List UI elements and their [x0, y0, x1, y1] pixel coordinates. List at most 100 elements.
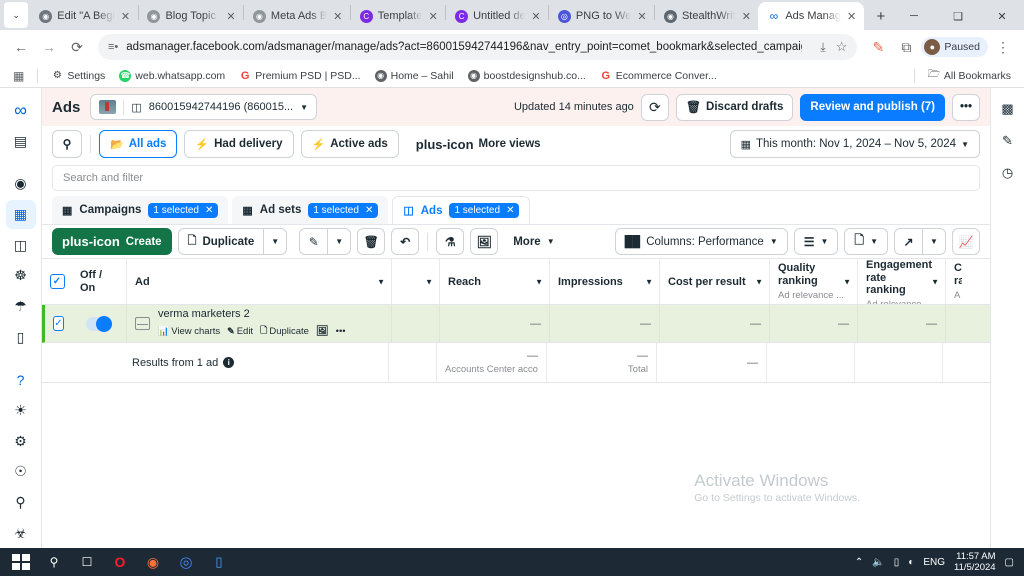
- search-button[interactable]: ⚲: [52, 130, 82, 158]
- site-settings-icon[interactable]: ≡•: [108, 41, 118, 53]
- browser-tab-5[interactable]: ◎ PNG to Web ✕: [549, 2, 654, 30]
- preview-button[interactable]: 🖼: [470, 228, 499, 255]
- columns-button[interactable]: ██ Columns: Performance ▼: [614, 228, 788, 255]
- extensions-icon[interactable]: ✎: [865, 34, 891, 60]
- table-row[interactable]: ✓ verma marketers 2 📊 View charts ✎ Edit…: [42, 305, 990, 343]
- preview-action[interactable]: 🖼: [316, 326, 329, 337]
- browser-tab-6[interactable]: ◉ StealthWrite ✕: [655, 2, 758, 30]
- column-engagement-rate-ranking[interactable]: Engagement rate ranking Ad relevance ...…: [858, 259, 946, 304]
- chevron-down-icon[interactable]: ▼: [535, 277, 543, 286]
- more-views-button[interactable]: plus-icon More views: [405, 130, 551, 158]
- column-quality-ranking[interactable]: Quality ranking Ad relevance ... ▼: [770, 259, 858, 304]
- new-tab-button[interactable]: +: [870, 4, 892, 28]
- column-blank[interactable]: ▼: [392, 259, 440, 304]
- account-selector[interactable]: ◫ 860015942744196 (860015... ▼: [90, 94, 318, 120]
- refresh-icon[interactable]: ⟳: [640, 93, 669, 121]
- side-panel-icon[interactable]: ⧉: [893, 34, 919, 60]
- tab-ad-sets[interactable]: ▦ Ad sets 1 selected ✕: [232, 196, 389, 224]
- chrome-menu-icon[interactable]: ⋮: [990, 34, 1016, 60]
- bookmark-item-boostdesignshub[interactable]: ◉ boostdesignshub.co...: [463, 68, 591, 84]
- bookmark-item-settings[interactable]: ⚙ Settings: [46, 68, 110, 84]
- undo-button[interactable]: ↶: [391, 228, 420, 255]
- ads-manager-icon[interactable]: ▦: [5, 199, 36, 229]
- chevron-down-icon[interactable]: ▼: [425, 277, 433, 286]
- duplicate-dropdown[interactable]: ▼: [263, 228, 288, 255]
- tab-search-button[interactable]: ⌄: [4, 2, 29, 28]
- start-button[interactable]: [6, 549, 36, 575]
- delete-button[interactable]: 🗑: [357, 228, 386, 255]
- bug-icon[interactable]: ☣: [6, 519, 36, 548]
- minimize-button[interactable]: ─: [892, 2, 936, 30]
- ads-selected-badge[interactable]: 1 selected ✕: [449, 203, 520, 218]
- off-on-toggle[interactable]: [86, 315, 112, 332]
- install-app-icon[interactable]: ⤓: [820, 40, 825, 55]
- tab-ads[interactable]: ◫ Ads 1 selected ✕: [392, 196, 531, 224]
- charts-button[interactable]: 📈: [952, 228, 980, 255]
- tab-close-icon[interactable]: ✕: [530, 10, 542, 23]
- chevron-down-icon[interactable]: ▼: [931, 277, 939, 286]
- edit-button[interactable]: ✎: [299, 228, 328, 255]
- taskbar-clock[interactable]: 11:57 AM 11/5/2024: [954, 551, 996, 574]
- account-icon[interactable]: ☀: [6, 396, 36, 425]
- chevron-down-icon[interactable]: ▼: [645, 277, 653, 286]
- history-clock-icon[interactable]: ◷: [995, 160, 1021, 186]
- view-active-ads[interactable]: ⚡ Active ads: [300, 130, 399, 158]
- tab-close-icon[interactable]: ✕: [740, 10, 752, 23]
- select-all-checkbox[interactable]: ✓: [49, 274, 65, 289]
- reports-button[interactable]: 🗋 ▼: [844, 228, 888, 255]
- back-icon[interactable]: ←: [8, 34, 34, 60]
- close-window-button[interactable]: ✕: [980, 2, 1024, 30]
- compass-icon[interactable]: ◉: [6, 169, 36, 198]
- tab-close-icon[interactable]: ✕: [636, 10, 648, 23]
- bookmark-star-icon[interactable]: ☆: [836, 39, 848, 55]
- adsets-selected-badge[interactable]: 1 selected ✕: [308, 202, 379, 218]
- edit-pencil-icon[interactable]: ✎: [995, 128, 1021, 154]
- notification-center-icon[interactable]: ▢: [1005, 557, 1014, 568]
- chevron-down-icon[interactable]: ▼: [755, 277, 763, 286]
- tab-close-icon[interactable]: ✕: [120, 10, 132, 23]
- pages-icon[interactable]: ◫: [6, 231, 36, 260]
- column-cost-per-result[interactable]: Cost per result ▼: [660, 259, 770, 304]
- view-charts-action[interactable]: 📊 View charts: [158, 326, 220, 337]
- chevron-down-icon[interactable]: ▼: [843, 277, 851, 286]
- show-hidden-icons[interactable]: ⌃: [855, 557, 863, 568]
- audience-icon[interactable]: ☸: [6, 261, 36, 290]
- search-icon[interactable]: ⚲: [6, 488, 36, 517]
- opera-icon[interactable]: O: [105, 549, 135, 575]
- tab-close-icon[interactable]: ✕: [846, 10, 858, 23]
- chevron-down-icon[interactable]: ▼: [300, 103, 308, 112]
- tab-close-icon[interactable]: ✕: [225, 10, 237, 23]
- browser-tab-3[interactable]: C Templates ✕: [351, 2, 445, 30]
- breakdown-button[interactable]: ☰ ▼: [793, 228, 839, 255]
- browser-tab-0[interactable]: ◉ Edit "A Begin ✕: [30, 2, 137, 30]
- column-ad[interactable]: Ad ▼: [127, 259, 392, 304]
- info-icon[interactable]: i: [223, 357, 235, 368]
- address-bar[interactable]: ≡• adsmanager.facebook.com/adsmanager/ma…: [98, 34, 858, 60]
- review-and-publish-button[interactable]: Review and publish (7): [800, 93, 945, 121]
- column-conversion-ranking-partial[interactable]: C ranking A: [946, 259, 970, 304]
- row-checkbox[interactable]: ✓: [53, 316, 64, 331]
- create-button[interactable]: plus-icon Create: [52, 228, 172, 255]
- browser-tab-1[interactable]: ◉ Blog Topic S ✕: [138, 2, 243, 30]
- header-more-button[interactable]: •••: [952, 93, 980, 121]
- chrome-icon[interactable]: ◎: [171, 549, 201, 575]
- meta-logo-icon[interactable]: ∞: [6, 96, 36, 125]
- task-view-icon[interactable]: ☐: [72, 549, 102, 575]
- date-range-picker[interactable]: ▦ This month: Nov 1, 2024 – Nov 5, 2024 …: [729, 130, 980, 158]
- insights-icon[interactable]: ▩: [995, 96, 1021, 122]
- bookmark-item-whatsapp[interactable]: ☎ web.whatsapp.com: [114, 68, 230, 84]
- row-more-action[interactable]: •••: [336, 326, 346, 337]
- tab-campaigns[interactable]: ▦ Campaigns 1 selected ✕: [52, 196, 229, 224]
- ab-test-button[interactable]: ⚗: [436, 228, 465, 255]
- profile-button[interactable]: ● Paused: [921, 37, 988, 57]
- firefox-icon[interactable]: ◉: [138, 549, 168, 575]
- view-all-ads[interactable]: 📂 All ads: [99, 130, 178, 158]
- export-button[interactable]: ↗: [894, 228, 922, 255]
- column-impressions[interactable]: Impressions ▼: [550, 259, 660, 304]
- close-icon[interactable]: ✕: [365, 205, 373, 216]
- maximize-button[interactable]: ❑: [936, 2, 980, 30]
- archive-icon[interactable]: ▤: [6, 127, 36, 156]
- bookmark-item-home-sahil[interactable]: ◉ Home – Sahil: [370, 68, 459, 84]
- notifications-icon[interactable]: ☉: [6, 458, 36, 487]
- billing-icon[interactable]: ▯: [6, 323, 36, 352]
